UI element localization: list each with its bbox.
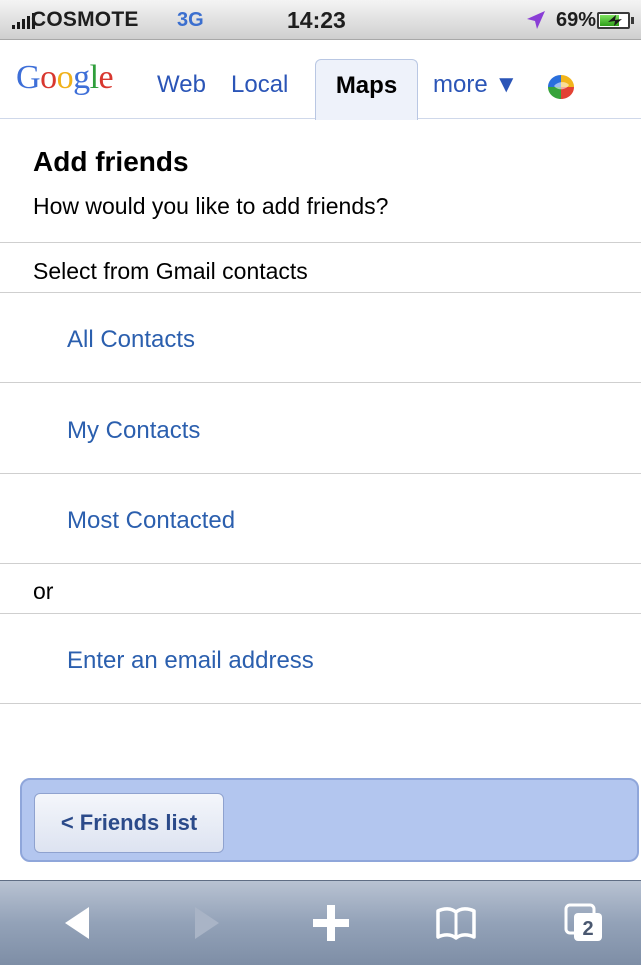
divider: [0, 563, 641, 564]
my-contacts-link[interactable]: My Contacts: [67, 417, 200, 445]
divider: [0, 473, 641, 474]
nav-more-menu[interactable]: more ▼: [433, 71, 518, 99]
gmail-section-label: Select from Gmail contacts: [33, 258, 308, 284]
nav-tab-maps[interactable]: Maps: [315, 59, 418, 120]
enter-email-link[interactable]: Enter an email address: [67, 647, 314, 675]
divider: [0, 292, 641, 293]
nav-link-local[interactable]: Local: [231, 71, 288, 99]
forward-icon[interactable]: [183, 901, 227, 945]
most-contacted-link[interactable]: Most Contacted: [67, 507, 235, 535]
google-logo-letter: G: [16, 59, 41, 96]
add-bookmark-icon[interactable]: [309, 901, 353, 945]
or-label: or: [33, 578, 54, 604]
divider: [0, 703, 641, 704]
divider: [0, 382, 641, 383]
pages-icon[interactable]: 2: [562, 901, 606, 945]
back-icon[interactable]: [57, 901, 101, 945]
divider: [0, 242, 641, 243]
battery-percent: 69%: [556, 9, 597, 31]
google-logo-letter: e: [98, 59, 114, 96]
google-nav-bar: Google Web Local Maps more ▼: [0, 41, 641, 120]
footer-bar: < Friends list: [20, 778, 639, 862]
google-logo[interactable]: Google: [16, 59, 114, 97]
browser-toolbar: 2: [0, 880, 641, 965]
battery-charging-icon: [597, 12, 634, 29]
location-arrow-icon: [527, 11, 545, 29]
page-title: Add friends: [33, 146, 189, 177]
nav-tab-maps-label: Maps: [335, 72, 398, 99]
tabs-count: 2: [582, 918, 593, 940]
divider: [0, 613, 641, 614]
carrier-name: COSMOTE: [31, 8, 139, 31]
google-logo-letter: o: [56, 59, 74, 96]
bookmarks-icon[interactable]: [434, 901, 478, 945]
google-logo-letter: o: [40, 59, 57, 96]
page-subtitle: How would you like to add friends?: [33, 193, 389, 219]
network-type: 3G: [177, 9, 204, 31]
clock: 14:23: [287, 7, 346, 33]
latitude-icon[interactable]: [546, 73, 576, 101]
all-contacts-link[interactable]: All Contacts: [67, 326, 195, 354]
status-bar: COSMOTE 3G 14:23 69%: [0, 0, 641, 40]
google-logo-letter: l: [89, 59, 99, 96]
google-logo-letter: g: [73, 59, 90, 96]
nav-link-web[interactable]: Web: [157, 71, 206, 99]
friends-list-button[interactable]: < Friends list: [34, 793, 224, 853]
